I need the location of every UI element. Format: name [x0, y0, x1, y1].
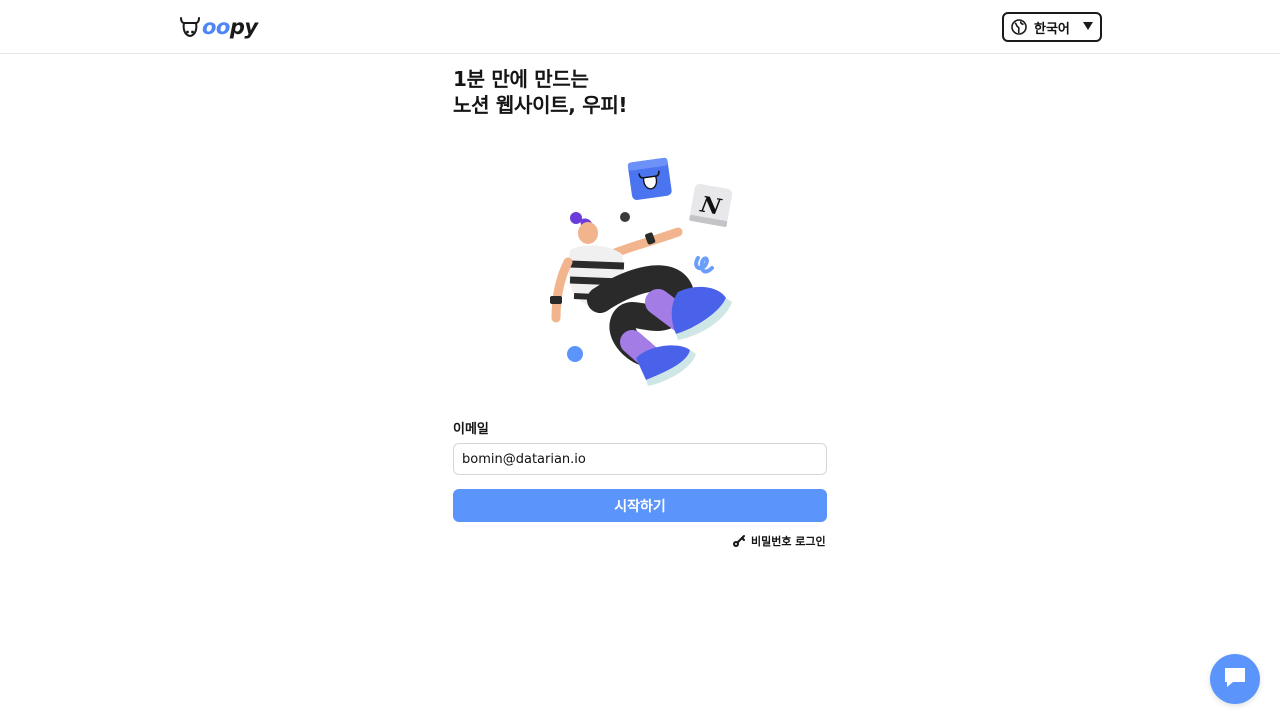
cube-icon: [627, 157, 672, 200]
headline-line-2: 노션 웹사이트, 우피!: [453, 93, 628, 117]
chat-launcher-button[interactable]: [1210, 654, 1260, 704]
password-login-label: 비밀번호 로그인: [751, 535, 826, 548]
start-button[interactable]: 시작하기: [453, 489, 827, 522]
language-label: 한국어: [1034, 21, 1070, 37]
password-login-link[interactable]: 비밀번호 로그인: [732, 533, 826, 549]
headline-line-1: 1분 만에 만드는: [453, 67, 589, 91]
cow-head-icon: [178, 15, 202, 39]
key-icon: [732, 534, 746, 548]
email-input[interactable]: [453, 443, 827, 475]
notion-block-icon: N: [689, 183, 733, 227]
logo-wordmark: oopy: [202, 15, 258, 39]
top-bar: oopy 한국어: [0, 0, 1280, 54]
globe-icon: [1011, 19, 1027, 35]
floating-person-illustration: N: [530, 150, 750, 390]
caret-down-icon: [1083, 22, 1093, 30]
chat-bubble-icon: [1222, 665, 1248, 693]
oopy-logo[interactable]: oopy: [178, 13, 258, 41]
page-headline: 1분 만에 만드는 노션 웹사이트, 우피!: [453, 66, 833, 118]
email-label: 이메일: [453, 422, 489, 437]
language-selector[interactable]: 한국어: [1002, 12, 1102, 42]
